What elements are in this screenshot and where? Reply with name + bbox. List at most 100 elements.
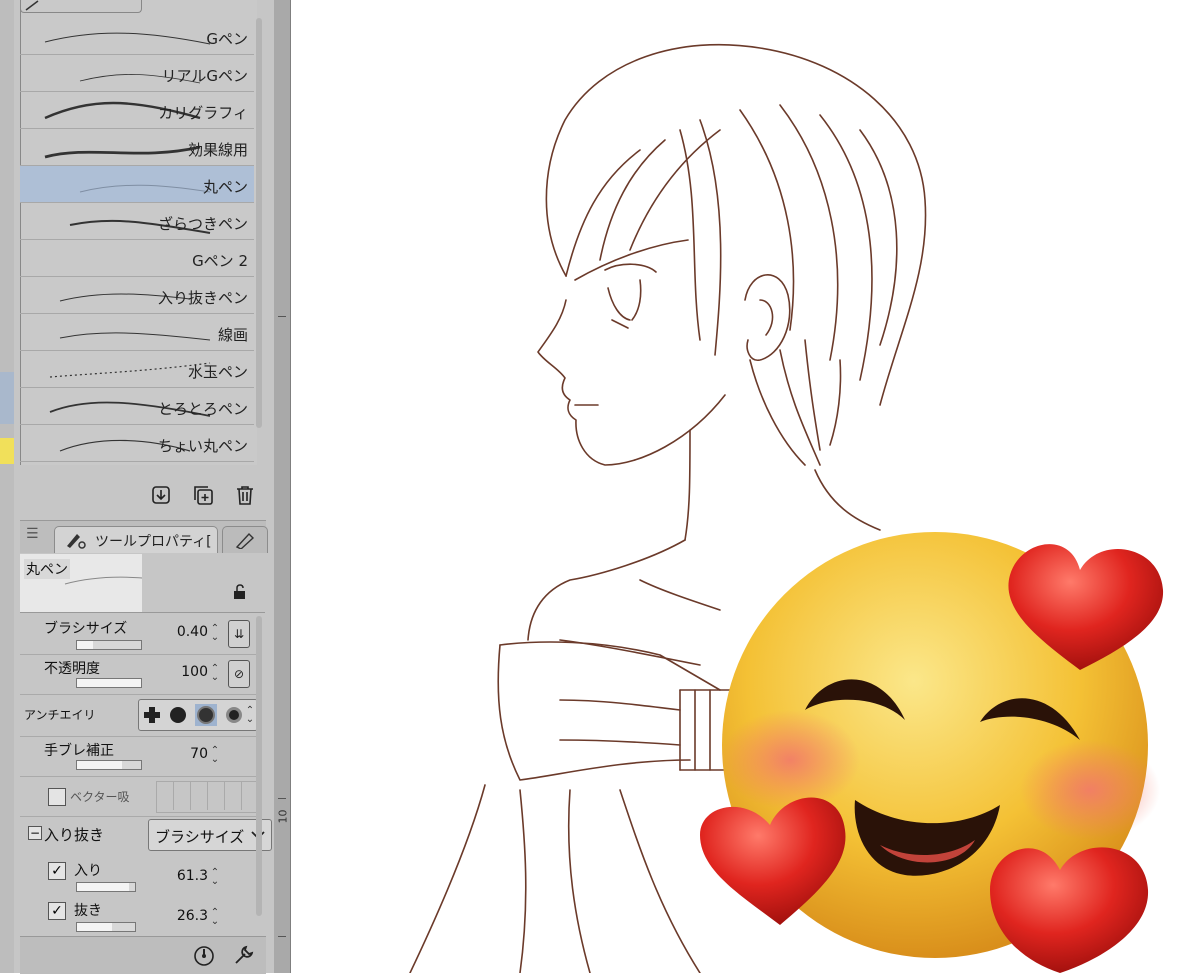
taper-in-checkbox[interactable]: ✓	[48, 862, 66, 880]
taper-in-value[interactable]: 61.3	[158, 868, 208, 884]
brush-list-actions	[20, 478, 256, 512]
antialias-selector: ⌃ ⌄	[138, 699, 258, 731]
brush-item[interactable]: ざらつきペン	[20, 203, 254, 240]
taper-out-label: 抜き	[74, 903, 102, 919]
stabilization-label: 手ブレ補正	[44, 743, 114, 759]
pressure-toggle-button[interactable]: ⇊	[228, 620, 250, 648]
heart-bottom-right	[990, 847, 1149, 973]
tab-sub-tool-detail[interactable]	[222, 526, 268, 553]
import-icon[interactable]	[150, 484, 172, 506]
brush-item-label: ちょい丸ペン	[157, 437, 248, 455]
brush-item-label: 入り抜きペン	[157, 289, 248, 307]
brush-item-label: とろとろペン	[157, 400, 248, 418]
stabilization-slider[interactable]	[76, 760, 142, 770]
taper-dropdown-value: ブラシサイズ	[155, 828, 245, 846]
taper-out-checkbox[interactable]: ✓	[48, 902, 66, 920]
taper-in-slider[interactable]	[76, 882, 136, 892]
opacity-spinner[interactable]: ⌃ ⌄	[210, 664, 220, 683]
app-window: Gペン リアルGペン カリグラフィ 効果線用 丸ペン ざらつきペン Gペン 2 入り抜きペン線…	[0, 0, 1200, 974]
taper-dropdown[interactable]: ブラシサイズ	[148, 819, 272, 851]
ruler-label: 10	[276, 809, 290, 824]
brush-item[interactable]: 入り抜きペン	[20, 277, 254, 314]
antialias-medium-icon[interactable]	[195, 704, 217, 726]
brush-size-slider[interactable]	[76, 640, 142, 650]
prop-row-taper-in: ✓ 入り 61.3 ⌃ ⌄	[20, 858, 256, 898]
opacity-value[interactable]: 100	[158, 664, 208, 680]
brush-size-spinner[interactable]: ⌃ ⌄	[210, 624, 220, 643]
brush-preview: 丸ペン	[20, 554, 265, 613]
color-swatch-indicator[interactable]	[0, 438, 14, 464]
antialias-none-icon[interactable]	[141, 704, 163, 726]
prop-row-taper-out: ✓ 抜き 26.3 ⌃ ⌄	[20, 898, 256, 936]
trash-icon[interactable]	[234, 484, 256, 506]
menu-icon[interactable]: ☰	[26, 526, 39, 542]
brush-item[interactable]: Gペン	[20, 18, 254, 55]
brush-list-scrollbar[interactable]	[256, 18, 262, 428]
brush-item-label: リアルGペン	[161, 67, 248, 85]
brush-item-label: Gペン	[206, 30, 248, 48]
prop-row-taper: − 入り抜き ブラシサイズ	[20, 816, 272, 858]
brush-item[interactable]: 丸ペン	[20, 166, 254, 203]
prop-row-antialias: アンチエイリ ⌃ ⌄	[20, 694, 258, 737]
taper-collapse-toggle[interactable]: −	[28, 826, 42, 840]
brush-item-label: ざらつきペン	[157, 215, 248, 233]
tool-property-footer	[20, 936, 266, 974]
brush-item[interactable]: カリグラフィ	[20, 92, 254, 129]
antialias-label: アンチエイリ	[24, 708, 96, 722]
brush-item[interactable]: 効果線用	[20, 129, 254, 166]
active-tool-marker[interactable]	[0, 372, 14, 424]
brush-stroke-sample	[79, 184, 211, 193]
brush-item[interactable]: 線画	[20, 314, 254, 351]
vector-snap-label: ベクター吸	[70, 790, 130, 804]
taper-label: 入り抜き	[44, 826, 105, 844]
vector-snap-options[interactable]	[156, 781, 258, 813]
antialias-strong-icon[interactable]	[223, 704, 245, 726]
line-art-drawing	[409, 43, 1164, 974]
brush-item-label: 水玉ペン	[187, 363, 248, 381]
brush-size-label: ブラシサイズ	[44, 621, 128, 637]
brush-item-label: 効果線用	[187, 141, 248, 159]
tool-property-scrollbar[interactable]	[256, 616, 262, 916]
antialias-spinner[interactable]: ⌃ ⌄	[245, 706, 255, 725]
brush-item-label: 線画	[217, 326, 248, 344]
drawing-canvas[interactable]	[291, 0, 1200, 974]
brush-stroke-sample	[59, 332, 211, 341]
taper-in-spinner[interactable]: ⌃ ⌄	[210, 868, 220, 887]
brush-item[interactable]: 水玉ペン	[20, 351, 254, 388]
unlock-icon[interactable]	[232, 584, 248, 600]
wrench-icon[interactable]	[232, 943, 256, 967]
brush-item-label: Gペン 2	[192, 252, 248, 270]
brush-stroke-sample	[44, 32, 211, 45]
opacity-slider[interactable]	[76, 678, 142, 688]
taper-out-slider[interactable]	[76, 922, 136, 932]
brush-size-dial-icon[interactable]	[192, 943, 216, 967]
brush-size-value[interactable]: 0.40	[158, 624, 208, 640]
stabilization-spinner[interactable]: ⌃ ⌄	[210, 746, 220, 765]
prop-row-brush-size: ブラシサイズ 0.40 ⌃ ⌄ ⇊	[20, 614, 256, 655]
canvas-ruler	[274, 0, 291, 973]
brush-item[interactable]: Gペン 2	[20, 240, 254, 277]
vector-snap-checkbox[interactable]	[48, 788, 66, 806]
brush-item-label: カリグラフィ	[158, 104, 248, 122]
stabilization-value[interactable]: 70	[158, 746, 208, 762]
tool-settings-icon	[67, 534, 86, 549]
taper-in-label: 入り	[74, 863, 102, 879]
prop-row-stabilization: 手ブレ補正 70 ⌃ ⌄	[20, 736, 256, 777]
left-toolbar-strip	[0, 0, 15, 973]
brush-item[interactable]: ちょい丸ペン	[20, 425, 254, 462]
antialias-weak-icon[interactable]	[167, 704, 189, 726]
brush-item-label: 丸ペン	[202, 178, 248, 196]
brush-item[interactable]: とろとろペン	[20, 388, 254, 425]
taper-out-spinner[interactable]: ⌃ ⌄	[210, 908, 220, 927]
tab-tool-property[interactable]: ツールプロパティ[	[54, 526, 218, 553]
brush-item[interactable]: リアルGペン	[20, 55, 254, 92]
pen-icon	[235, 532, 255, 549]
opacity-options-button[interactable]: ⊘	[228, 660, 250, 688]
prop-row-vector-snap: ベクター吸	[20, 776, 258, 817]
opacity-label: 不透明度	[44, 661, 100, 677]
duplicate-icon[interactable]	[192, 484, 214, 506]
prop-row-opacity: 不透明度 100 ⌃ ⌄ ⊘	[20, 654, 256, 695]
taper-out-value[interactable]: 26.3	[158, 908, 208, 924]
tool-property-tab-label: ツールプロパティ[	[95, 534, 212, 550]
pen-tab-icon	[25, 0, 39, 11]
